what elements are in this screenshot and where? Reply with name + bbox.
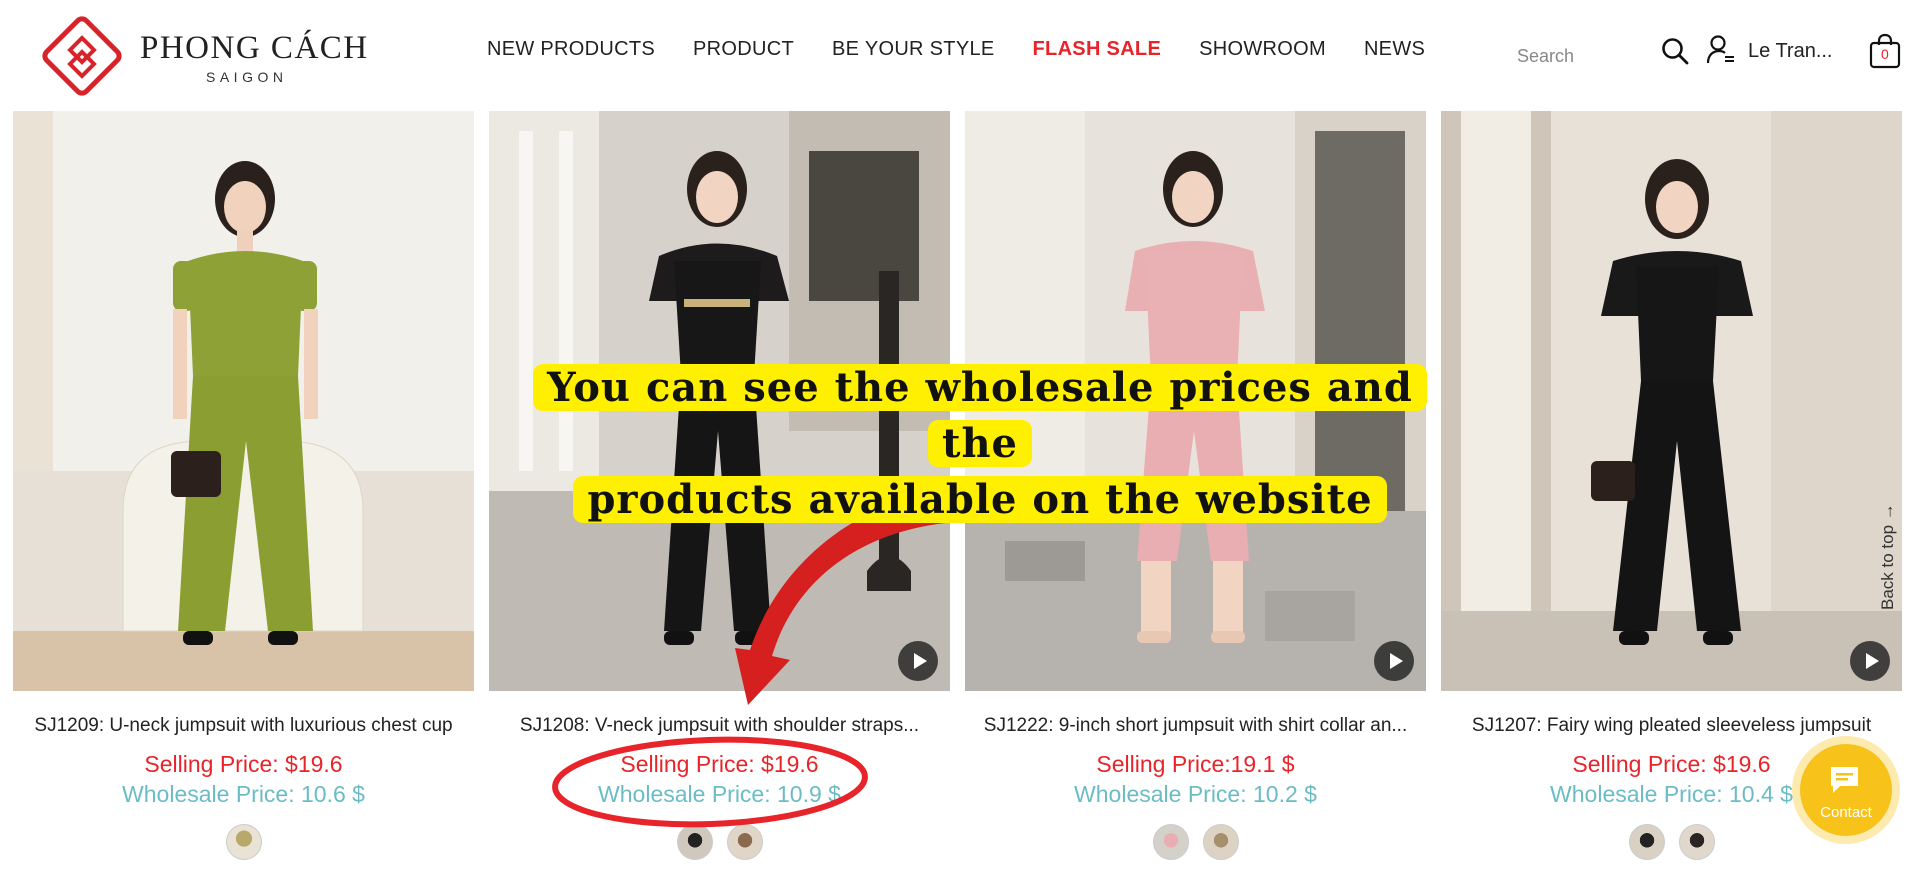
nav-new-products[interactable]: NEW PRODUCTS xyxy=(487,38,655,64)
color-swatch[interactable] xyxy=(225,824,262,860)
cart-count-badge: 0 xyxy=(1881,46,1889,62)
logo-mark-icon xyxy=(42,16,122,96)
product-photo[interactable] xyxy=(1441,111,1902,691)
product-title[interactable]: SJ1207: Fairy wing pleated sleeveless ju… xyxy=(1441,715,1902,737)
user-name[interactable]: Le Tran... xyxy=(1748,40,1833,63)
product-image xyxy=(1441,111,1902,691)
site-header: PHONG CÁCH SAIGON NEW PRODUCTS PRODUCT B… xyxy=(0,0,1908,105)
contact-label: Contact xyxy=(1820,804,1872,821)
cart-button[interactable]: 0 xyxy=(1868,33,1902,69)
nav-flash-sale[interactable]: FLASH SALE xyxy=(1033,38,1162,64)
color-swatches xyxy=(965,824,1426,860)
chat-icon xyxy=(1831,767,1858,793)
product-photo[interactable] xyxy=(13,111,474,691)
selling-price: Selling Price:19.1 $ xyxy=(1096,751,1295,777)
selling-price: Selling Price: $19.6 xyxy=(144,751,343,777)
search-icon[interactable] xyxy=(1660,36,1690,66)
selling-price: Selling Price: $19.6 xyxy=(620,751,819,777)
play-video-icon[interactable] xyxy=(1374,641,1414,681)
color-swatch[interactable] xyxy=(676,824,713,860)
wholesale-price: Wholesale Price: 10.2 $ xyxy=(1074,781,1317,807)
play-video-icon[interactable] xyxy=(1850,641,1890,681)
search-input[interactable] xyxy=(1505,40,1655,72)
nav-product[interactable]: PRODUCT xyxy=(693,38,794,64)
product-title[interactable]: SJ1209: U-neck jumpsuit with luxurious c… xyxy=(13,715,474,737)
annotation-callout: You can see the wholesale prices and the… xyxy=(505,360,1455,528)
contact-button[interactable]: Contact xyxy=(1800,744,1892,836)
product-image xyxy=(13,111,474,691)
product-title[interactable]: SJ1208: V-neck jumpsuit with shoulder st… xyxy=(489,715,950,737)
color-swatch[interactable] xyxy=(1202,824,1239,860)
color-swatch[interactable] xyxy=(726,824,763,860)
brand-subtitle: SAIGON xyxy=(206,69,288,85)
color-swatch[interactable] xyxy=(1678,824,1715,860)
play-video-icon[interactable] xyxy=(898,641,938,681)
color-swatch[interactable] xyxy=(1152,824,1189,860)
color-swatches xyxy=(489,824,950,860)
wholesale-price: Wholesale Price: 10.9 $ xyxy=(598,781,841,807)
main-nav: NEW PRODUCTS PRODUCT BE YOUR STYLE FLASH… xyxy=(487,38,1463,64)
back-to-top-button[interactable]: Back to top → xyxy=(1878,480,1902,610)
user-account-icon[interactable] xyxy=(1706,34,1736,66)
back-to-top-label: Back to top → xyxy=(1878,503,1897,610)
nav-be-your-style[interactable]: BE YOUR STYLE xyxy=(832,38,994,64)
wholesale-price: Wholesale Price: 10.6 $ xyxy=(122,781,365,807)
color-swatch[interactable] xyxy=(1628,824,1665,860)
callout-line-1: You can see the wholesale prices and the xyxy=(533,364,1427,467)
callout-line-2: products available on the website xyxy=(573,476,1387,523)
product-card: SJ1209: U-neck jumpsuit with luxurious c… xyxy=(13,111,474,875)
brand-name: PHONG CÁCH xyxy=(140,30,369,66)
brand-logo[interactable]: PHONG CÁCH SAIGON xyxy=(40,14,370,96)
nav-news[interactable]: NEWS xyxy=(1364,38,1425,64)
product-title[interactable]: SJ1222: 9-inch short jumpsuit with shirt… xyxy=(965,715,1426,737)
color-swatches xyxy=(13,824,474,860)
nav-showroom[interactable]: SHOWROOM xyxy=(1199,38,1326,64)
